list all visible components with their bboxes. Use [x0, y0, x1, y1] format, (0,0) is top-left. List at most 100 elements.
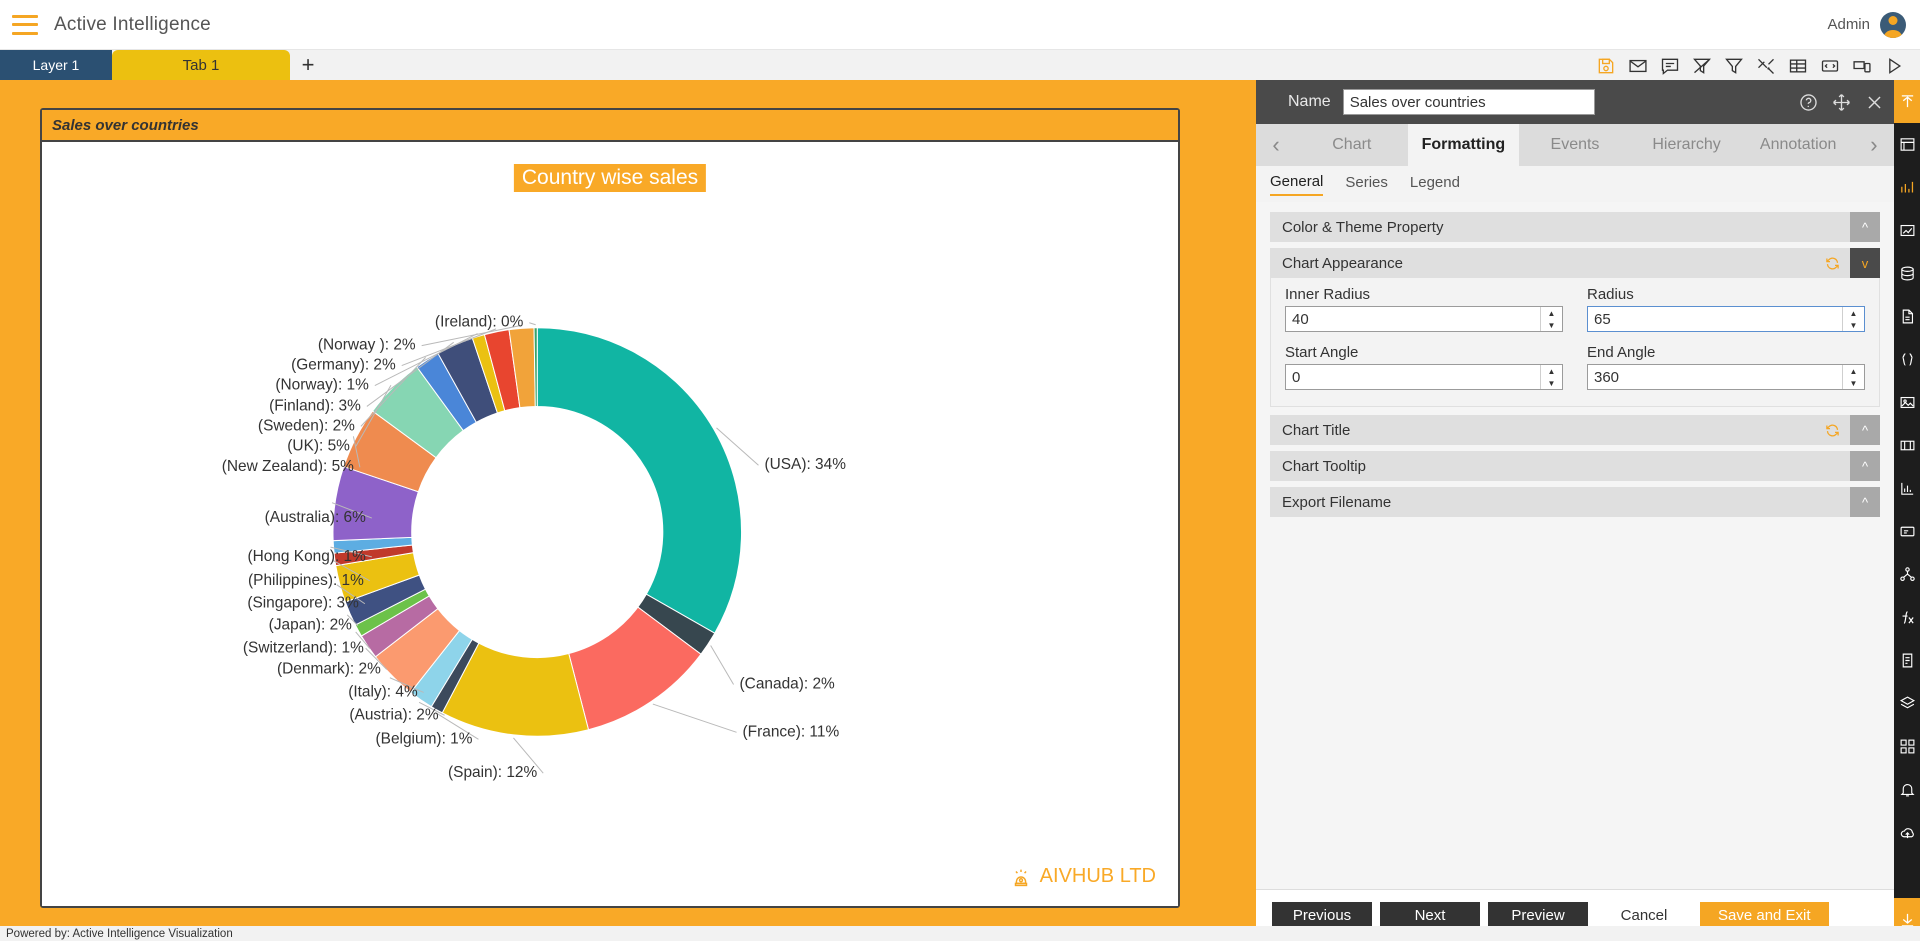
field-start-angle: Start Angle ▲ ▼: [1285, 344, 1563, 390]
section-chart-appearance[interactable]: Chart Appearance v: [1270, 248, 1880, 278]
inner-radius-spin-buttons[interactable]: ▲ ▼: [1540, 307, 1562, 331]
pie-slice-label: (Norway ): 2%: [318, 337, 416, 354]
help-icon[interactable]: [1799, 93, 1818, 112]
inner-radius-stepper[interactable]: ▲ ▼: [1285, 306, 1563, 332]
mail-icon[interactable]: [1628, 56, 1648, 76]
bell-icon[interactable]: [1894, 768, 1920, 811]
picture-icon[interactable]: [1894, 381, 1920, 424]
image-chart-icon[interactable]: [1894, 209, 1920, 252]
move-icon[interactable]: [1832, 93, 1851, 112]
chevron-up-icon[interactable]: ^: [1850, 415, 1880, 445]
devices-icon[interactable]: [1852, 56, 1872, 76]
chart-widget[interactable]: Sales over countries Country wise sales …: [40, 108, 1180, 908]
radius-stepper[interactable]: ▲ ▼: [1587, 306, 1865, 332]
cloud-upload-icon[interactable]: [1894, 811, 1920, 854]
chevron-up-icon[interactable]: ^: [1850, 451, 1880, 481]
close-icon[interactable]: [1865, 93, 1884, 112]
clear-filter-icon[interactable]: [1692, 56, 1712, 76]
filmstrip-icon[interactable]: [1894, 424, 1920, 467]
start-angle-stepper[interactable]: ▲ ▼: [1285, 364, 1563, 390]
subtab-general[interactable]: General: [1270, 173, 1324, 196]
database-icon[interactable]: [1894, 252, 1920, 295]
subtab-series[interactable]: Series: [1345, 174, 1388, 195]
layers-icon[interactable]: [1894, 682, 1920, 725]
powered-by-text: Powered by: Active Intelligence Visualiz…: [6, 927, 233, 940]
formula-icon[interactable]: [1894, 596, 1920, 639]
right-icon-rail: [1894, 80, 1920, 941]
upload-icon[interactable]: [1894, 80, 1920, 123]
chevron-up-icon[interactable]: ^: [1850, 212, 1880, 242]
end-angle-spin-buttons[interactable]: ▲ ▼: [1842, 365, 1864, 389]
hamburger-icon[interactable]: [12, 14, 38, 35]
dashboard-canvas[interactable]: Sales over countries Country wise sales …: [0, 80, 1254, 926]
tab-hierarchy[interactable]: Hierarchy: [1631, 124, 1743, 166]
inner-radius-input[interactable]: [1286, 307, 1540, 331]
spin-down-icon[interactable]: ▼: [1541, 319, 1562, 331]
section-title: Chart Appearance: [1282, 254, 1403, 272]
refresh-icon[interactable]: [1825, 423, 1840, 438]
chevron-down-icon[interactable]: v: [1850, 248, 1880, 278]
pie-slice-label: (Philippines): 1%: [248, 572, 364, 589]
section-chart-title[interactable]: Chart Title ^: [1270, 415, 1880, 445]
chart-icon[interactable]: [1894, 166, 1920, 209]
avatar[interactable]: [1880, 11, 1906, 38]
pie-slice-label: (Australia): 6%: [265, 509, 367, 526]
table-icon[interactable]: [1788, 56, 1808, 76]
leader-line: [652, 703, 737, 733]
tabs-prev-arrow[interactable]: ‹: [1256, 124, 1296, 166]
start-angle-spin-buttons[interactable]: ▲ ▼: [1540, 365, 1562, 389]
pie-slice-label: (Italy): 4%: [348, 683, 418, 700]
spin-up-icon[interactable]: ▲: [1541, 365, 1562, 377]
play-icon[interactable]: [1884, 56, 1904, 76]
tab-chart[interactable]: Chart: [1296, 124, 1408, 166]
donut-chart[interactable]: (USA): 34% (Canada): 2% (France): 11% (Spai…: [42, 202, 1178, 862]
radius-input[interactable]: [1588, 307, 1842, 331]
filter-icon[interactable]: [1724, 56, 1744, 76]
spin-down-icon[interactable]: ▼: [1843, 319, 1864, 331]
comment-icon[interactable]: [1660, 56, 1680, 76]
pie-slice[interactable]: [536, 327, 743, 634]
end-angle-input[interactable]: [1588, 365, 1842, 389]
add-tab-button[interactable]: +: [290, 50, 326, 80]
tab-strip: Layer 1 Tab 1 +: [0, 50, 1920, 80]
spin-up-icon[interactable]: ▲: [1541, 307, 1562, 319]
refresh-icon[interactable]: [1825, 256, 1840, 271]
section-chart-tooltip[interactable]: Chart Tooltip ^: [1270, 451, 1880, 481]
tools-icon[interactable]: [1756, 56, 1776, 76]
field-inner-radius: Inner Radius ▲ ▼: [1285, 286, 1563, 332]
tab-annotation[interactable]: Annotation: [1742, 124, 1854, 166]
pie-slice-label: (Switzerland): 1%: [243, 640, 364, 657]
braces-icon[interactable]: [1894, 338, 1920, 381]
application-window: Active Intelligence Admin Layer 1 Tab 1 …: [0, 0, 1920, 941]
network-icon[interactable]: [1894, 553, 1920, 596]
section-export-filename[interactable]: Export Filename ^: [1270, 487, 1880, 517]
save-icon[interactable]: [1596, 56, 1616, 76]
section-color-theme-property[interactable]: Color & Theme Property ^: [1270, 212, 1880, 242]
subtab-legend[interactable]: Legend: [1410, 174, 1460, 195]
radius-spin-buttons[interactable]: ▲ ▼: [1842, 307, 1864, 331]
start-angle-input[interactable]: [1286, 365, 1540, 389]
tab-events[interactable]: Events: [1519, 124, 1631, 166]
layout-icon[interactable]: [1894, 123, 1920, 166]
layer-tab[interactable]: Layer 1: [0, 50, 112, 80]
report-icon[interactable]: [1894, 639, 1920, 682]
user-label[interactable]: Admin: [1827, 16, 1870, 33]
bar-stat-icon[interactable]: [1894, 467, 1920, 510]
sheet-tab[interactable]: Tab 1: [112, 50, 290, 80]
spin-up-icon[interactable]: ▲: [1843, 365, 1864, 377]
tab-formatting[interactable]: Formatting: [1407, 124, 1520, 166]
tabs-next-arrow[interactable]: ›: [1854, 124, 1894, 166]
name-input[interactable]: [1342, 89, 1595, 115]
spin-down-icon[interactable]: ▼: [1843, 377, 1864, 389]
properties-panel: Name ‹ Chart Formatting Events Hierarchy…: [1254, 80, 1894, 941]
card-icon[interactable]: [1894, 510, 1920, 553]
end-angle-stepper[interactable]: ▲ ▼: [1587, 364, 1865, 390]
document-icon[interactable]: [1894, 295, 1920, 338]
start-angle-label: Start Angle: [1285, 344, 1359, 361]
chart-appearance-fields: Inner Radius ▲ ▼ Radius: [1270, 278, 1880, 407]
code-icon[interactable]: [1820, 56, 1840, 76]
grid-icon[interactable]: [1894, 725, 1920, 768]
chevron-up-icon[interactable]: ^: [1850, 487, 1880, 517]
spin-up-icon[interactable]: ▲: [1843, 307, 1864, 319]
spin-down-icon[interactable]: ▼: [1541, 377, 1562, 389]
